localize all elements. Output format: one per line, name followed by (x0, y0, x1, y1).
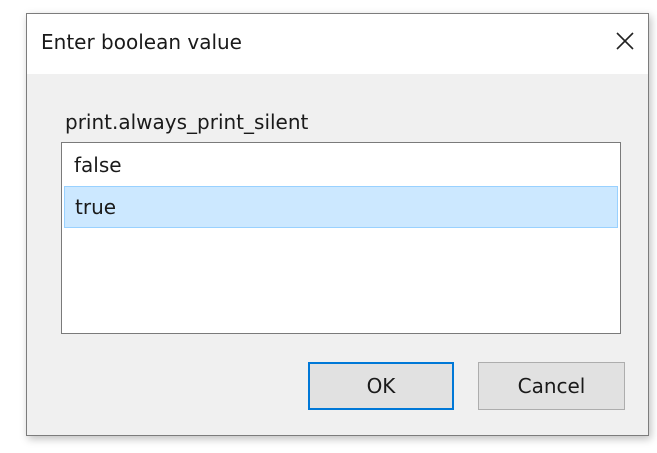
cancel-button[interactable]: Cancel (478, 362, 625, 410)
close-icon (616, 32, 634, 50)
boolean-value-listbox[interactable]: false true (61, 142, 621, 334)
dialog-title: Enter boolean value (41, 30, 242, 54)
list-item-true[interactable]: true (64, 186, 618, 228)
ok-button[interactable]: OK (308, 362, 454, 410)
close-button[interactable] (608, 24, 642, 58)
list-item-false[interactable]: false (64, 144, 618, 186)
preference-name-label: print.always_print_silent (65, 110, 309, 134)
title-bar: Enter boolean value (27, 14, 648, 74)
boolean-dialog: Enter boolean value print.always_print_s… (26, 13, 649, 436)
